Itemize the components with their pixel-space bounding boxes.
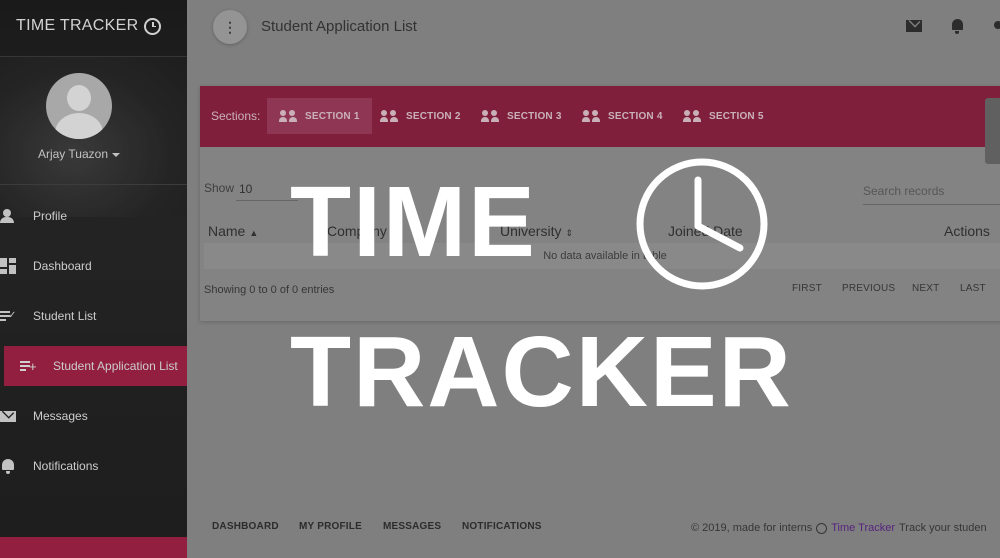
pager-first[interactable]: FIRST <box>792 283 822 294</box>
tab-label: SECTION 5 <box>709 110 764 122</box>
footer-link-notifications[interactable]: NOTIFICATIONS <box>462 521 542 532</box>
sidebar-item-profile[interactable]: Profile <box>0 191 187 241</box>
tab-section-2[interactable]: SECTION 2 <box>368 98 473 134</box>
column-label: Name <box>208 223 246 239</box>
search-input[interactable]: Search records <box>863 184 1000 205</box>
brand[interactable]: TIME TRACKER <box>16 17 162 35</box>
footer-link-dashboard[interactable]: DASHBOARD <box>212 521 279 532</box>
tab-section-3[interactable]: SECTION 3 <box>469 98 574 134</box>
person-icon <box>0 208 16 224</box>
entries-info: Showing 0 to 0 of 0 entries <box>204 284 335 296</box>
tab-section-4[interactable]: SECTION 4 <box>570 98 675 134</box>
sidebar-item-label: Student List <box>33 309 97 323</box>
footer-brand-link[interactable]: Time Tracker <box>831 522 895 534</box>
tab-label: SECTION 3 <box>507 110 562 122</box>
caret-down-icon <box>112 152 121 157</box>
main-content: ⋮ Student Application List Sections: SEC… <box>187 0 1000 558</box>
avatar-head <box>67 85 91 111</box>
playlist-add-icon <box>20 358 37 374</box>
sort-icon: ⇕ <box>565 228 574 238</box>
more-menu-button[interactable]: ⋮ <box>213 10 247 44</box>
sort-asc-icon: ▲ <box>249 228 259 238</box>
playlist-check-icon <box>0 308 16 324</box>
brand-title: TIME TRACKER <box>16 17 139 34</box>
dashboard-icon <box>0 258 16 274</box>
column-header-actions: Actions <box>944 223 990 239</box>
sidebar-item-label: Student Application List <box>53 359 178 373</box>
column-label: Actions <box>944 223 990 239</box>
group-icon <box>683 110 702 122</box>
sidebar: TIME TRACKER Arjay Tuazon Profile Dashbo… <box>0 0 187 558</box>
overlay-title-line1: TIME <box>290 166 537 278</box>
person-icon[interactable] <box>994 18 1000 34</box>
top-navbar: ⋮ Student Application List <box>187 0 1000 56</box>
pager-next[interactable]: NEXT <box>912 283 939 294</box>
sidebar-item-student-application-list[interactable]: Student Application List <box>4 346 187 386</box>
footer-copyright: © 2019, made for interns Time Tracker Tr… <box>691 522 987 534</box>
sidebar-item-messages[interactable]: Messages <box>0 391 187 441</box>
tab-section-1[interactable]: SECTION 1 <box>267 98 372 134</box>
copyright-text: © 2019, made for interns <box>691 522 813 534</box>
divider <box>0 56 187 57</box>
tab-section-5[interactable]: SECTION 5 <box>671 98 776 134</box>
sidebar-item-label: Notifications <box>33 459 99 473</box>
more-vert-icon: ⋮ <box>223 18 237 35</box>
sidebar-item-label: Profile <box>33 209 68 223</box>
card-header-badge <box>985 98 1000 164</box>
sidebar-item-label: Messages <box>33 409 88 423</box>
group-icon <box>380 110 399 122</box>
tab-label: SECTION 2 <box>406 110 461 122</box>
clock-icon <box>144 17 162 35</box>
group-icon <box>279 110 298 122</box>
sidebar-item-label: Dashboard <box>33 259 92 273</box>
footer-link-messages[interactable]: MESSAGES <box>383 521 441 532</box>
pager-previous[interactable]: PREVIOUS <box>842 283 895 294</box>
avatar[interactable] <box>46 73 112 139</box>
tab-label: SECTION 4 <box>608 110 663 122</box>
group-icon <box>481 110 500 122</box>
avatar-body <box>55 113 103 139</box>
footer-link-my-profile[interactable]: MY PROFILE <box>299 521 362 532</box>
pager-last[interactable]: LAST <box>960 283 986 294</box>
sidebar-bottom-bar <box>0 537 187 558</box>
username: Arjay Tuazon <box>37 147 109 161</box>
copyright-suffix: Track your studen <box>899 522 987 534</box>
page-title: Student Application List <box>261 18 417 35</box>
sections-label: Sections: <box>211 109 261 123</box>
user-menu[interactable]: Arjay Tuazon <box>0 147 158 161</box>
sidebar-item-notifications[interactable]: Notifications <box>0 441 187 491</box>
clock-icon <box>636 158 768 290</box>
tab-label: SECTION 1 <box>305 110 360 122</box>
show-label: Show <box>204 181 235 195</box>
group-icon <box>582 110 601 122</box>
mail-icon[interactable] <box>906 20 922 32</box>
sidebar-item-student-list[interactable]: Student List <box>0 291 187 341</box>
page-length-select[interactable]: 10 <box>236 180 298 201</box>
mail-icon <box>0 411 16 422</box>
bell-icon <box>0 458 16 474</box>
sidebar-item-dashboard[interactable]: Dashboard <box>0 241 187 291</box>
sections-tab-bar: Sections: SECTION 1 SECTION 2 SECTION 3 … <box>200 86 1000 147</box>
overlay-title-line2: TRACKER <box>290 316 793 428</box>
sidebar-nav: Profile Dashboard Student List Student A… <box>0 191 187 491</box>
bell-icon[interactable] <box>950 18 966 34</box>
divider <box>0 184 187 185</box>
column-header-name[interactable]: Name ▲ <box>208 223 258 239</box>
clock-icon <box>816 522 828 534</box>
